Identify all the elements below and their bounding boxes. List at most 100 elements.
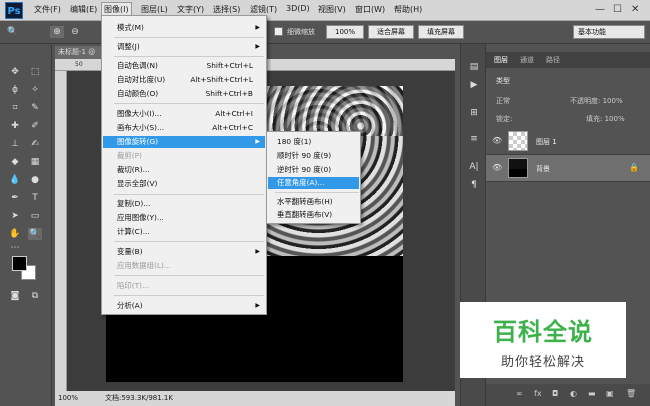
layer-row-background[interactable]: 👁 背景 🔒 [486,155,650,182]
menu-item-apply-image[interactable]: 应用图像(Y)... [103,212,265,224]
visibility-eye-icon[interactable]: 👁 [492,136,502,145]
scrubby-zoom-checkbox[interactable] [274,27,283,36]
crop-tool-icon[interactable]: ⌗ [8,102,22,114]
menu-view[interactable]: 视图(V) [318,4,346,15]
menu-item-reveal-all[interactable]: 显示全部(V) [103,178,265,190]
link-icon[interactable]: ∞ [516,389,523,398]
menu-item-trim[interactable]: 裁切(R)... [103,164,265,176]
status-zoom[interactable]: 100% [58,391,78,406]
layer-filter-select[interactable]: 类型 [496,76,510,86]
menu-shortcut: Alt+Ctrl+C [212,123,253,132]
menu-file[interactable]: 文件(F) [34,4,61,15]
marquee-tool-icon[interactable]: ⬚ [28,66,42,78]
workspace-select[interactable]: 基本功能 [573,25,645,39]
trash-icon[interactable]: 🗑 [626,389,636,398]
screen-mode-icon[interactable]: ⧉ [28,290,42,302]
shape-tool-icon[interactable]: ▭ [28,210,42,222]
gradient-tool-icon[interactable]: ▦ [28,156,42,168]
menu-filter[interactable]: 滤镜(T) [250,4,277,15]
character-icon[interactable]: A| [468,162,480,174]
blur-tool-icon[interactable]: 💧 [8,174,22,186]
stamp-tool-icon[interactable]: ⊥ [8,138,22,150]
menu-item-rotate-cw-90[interactable]: 顺时针 90 度(9) [268,150,359,162]
menu-item-calculations[interactable]: 计算(C)... [103,226,265,238]
menu-select[interactable]: 选择(S) [213,4,240,15]
hand-tool-icon[interactable]: ✋ [8,228,22,240]
more-tools-icon[interactable]: ⋯ [8,242,22,254]
lasso-tool-icon[interactable]: ϕ [8,84,22,96]
type-tool-icon[interactable]: T [28,192,42,204]
menu-item-canvas-size[interactable]: 画布大小(S)... Alt+Ctrl+C [103,122,265,134]
close-button[interactable]: ✕ [631,4,639,15]
history-brush-icon[interactable]: ✍ [28,138,42,150]
menu-item-image-rotation[interactable]: 图像旋转(G) ▶ [103,136,265,148]
menu-item-auto-tone[interactable]: 自动色调(N) Shift+Ctrl+L [103,60,265,72]
layer-thumbnail [508,158,528,178]
menu-item-label: 画布大小(S)... [117,123,165,132]
tools-panel: ✥ ⬚ ϕ ✧ ⌗ ✎ ✚ ✐ ⊥ ✍ ◆ ▦ 💧 ● ✒ T ➤ ▭ ✋ 🔍 … [0,44,52,406]
path-select-icon[interactable]: ➤ [8,210,22,222]
menu-item-arbitrary-angle[interactable]: 任意角度(A)... [268,177,359,189]
menu-item-mode[interactable]: 模式(M) ▶ [103,22,265,34]
menu-item-adjust[interactable]: 调整(J) ▶ [103,41,265,53]
menu-item-label: 分析(A) [117,301,143,310]
menu-type[interactable]: 文字(Y) [177,4,204,15]
submenu-arrow-icon: ▶ [255,43,260,50]
zoom-tool-icon[interactable]: 🔍 [28,228,42,240]
menu-item-auto-color[interactable]: 自动颜色(O) Shift+Ctrl+B [103,88,265,100]
menu-item-label: 图像大小(I)... [117,109,162,118]
layer-row-layer1[interactable]: 👁 图层 1 [486,128,650,155]
document-tab[interactable]: 未标题-1 @ [55,46,103,59]
zoom-out-icon[interactable]: ⊖ [68,26,82,38]
menu-layer[interactable]: 图层(L) [141,4,168,15]
menu-edit[interactable]: 编辑(E) [70,4,97,15]
new-layer-icon[interactable]: ▣ [606,389,614,398]
pen-tool-icon[interactable]: ✒ [8,192,22,204]
tab-channels[interactable]: 通道 [520,55,534,65]
actions-icon[interactable]: ▶ [468,80,480,92]
eyedropper-icon[interactable]: ✎ [28,102,42,114]
opacity-field[interactable]: 不透明度: 100% [570,96,623,106]
menu-item-variables[interactable]: 变量(B) ▶ [103,246,265,258]
zoom-100-button[interactable]: 100% [326,25,364,39]
tab-paths[interactable]: 路径 [546,55,560,65]
healing-brush-icon[interactable]: ✚ [8,120,22,132]
fill-field[interactable]: 填充: 100% [586,114,625,124]
move-tool-icon[interactable]: ✥ [8,66,22,78]
dodge-tool-icon[interactable]: ● [28,174,42,186]
group-icon[interactable]: ▬ [588,389,596,398]
foreground-color-swatch[interactable] [12,256,27,271]
adjust-icon[interactable]: ≡ [468,134,480,146]
menu-item-rotate-ccw-90[interactable]: 逆时针 90 度(0) [268,164,359,176]
visibility-eye-icon[interactable]: 👁 [492,163,502,172]
menu-item-auto-contrast[interactable]: 自动对比度(U) Alt+Shift+Ctrl+L [103,74,265,86]
menu-window[interactable]: 窗口(W) [355,4,385,15]
mask-icon[interactable]: ◘ [552,389,558,398]
menu-item-rotate-180[interactable]: 180 度(1) [268,136,359,148]
adjustment-icon[interactable]: ◐ [570,389,577,398]
zoom-in-icon[interactable]: ⊕ [50,26,64,38]
menu-item-flip-horizontal[interactable]: 水平翻转画布(H) [268,196,359,208]
brush-tool-icon[interactable]: ✐ [28,120,42,132]
status-doc-size: 文档:593.3K/981.1K [105,394,173,402]
quick-mask-icon[interactable]: ◙ [8,290,22,302]
fx-icon[interactable]: fx [534,389,542,398]
magic-wand-icon[interactable]: ✧ [28,84,42,96]
eraser-tool-icon[interactable]: ◆ [8,156,22,168]
menu-item-image-size[interactable]: 图像大小(I)... Alt+Ctrl+I [103,108,265,120]
tab-layers[interactable]: 图层 [494,55,508,65]
menu-item-flip-vertical[interactable]: 垂直翻转画布(V) [268,209,359,221]
menu-item-duplicate[interactable]: 复制(D)... [103,198,265,210]
paragraph-icon[interactable]: ¶ [468,180,480,192]
status-bar: 100% 文档:593.3K/981.1K [55,391,455,406]
history-icon[interactable]: ▤ [468,62,480,74]
menu-help[interactable]: 帮助(H) [394,4,422,15]
fill-screen-button[interactable]: 填充屏幕 [418,25,464,39]
menu-3d[interactable]: 3D(D) [286,4,310,13]
minimize-button[interactable]: — [595,4,605,15]
blend-mode-select[interactable]: 正常 [496,96,510,106]
fit-screen-button[interactable]: 适合屏幕 [368,25,414,39]
maximize-button[interactable]: ☐ [613,4,622,15]
properties-icon[interactable]: ⊞ [468,108,480,120]
menu-item-analysis[interactable]: 分析(A) ▶ [103,300,265,312]
